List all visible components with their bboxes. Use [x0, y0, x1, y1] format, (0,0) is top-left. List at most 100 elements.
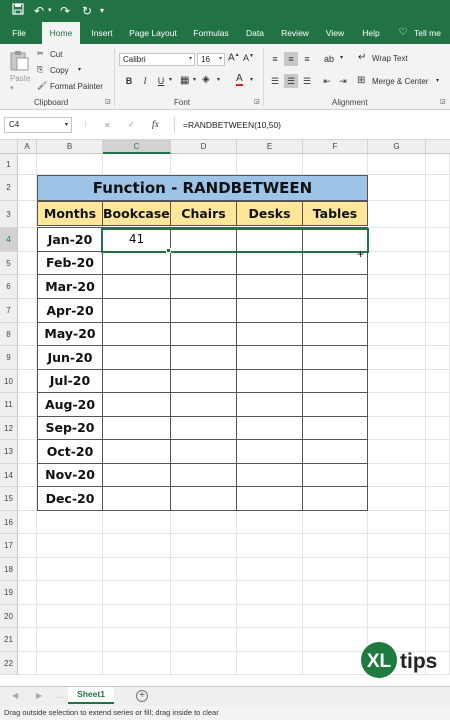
- data-cell[interactable]: [302, 486, 368, 511]
- font-size-dropdown[interactable]: 16 ▾: [197, 53, 225, 66]
- paste-button[interactable]: Paste: [10, 74, 30, 83]
- month-cell[interactable]: Mar-20: [37, 274, 103, 299]
- grid-cell[interactable]: [368, 511, 426, 534]
- data-cell[interactable]: [302, 298, 368, 323]
- grid-cell[interactable]: [18, 201, 37, 228]
- data-cell[interactable]: [170, 345, 237, 370]
- data-cell[interactable]: [170, 369, 237, 393]
- grid-cell[interactable]: [368, 299, 426, 323]
- row-header-15[interactable]: 15: [0, 487, 18, 511]
- data-cell[interactable]: [170, 298, 237, 323]
- grid-cell[interactable]: [237, 628, 303, 652]
- fill-handle[interactable]: [166, 248, 171, 253]
- grid-cell[interactable]: [368, 581, 426, 605]
- column-header-b[interactable]: B: [37, 140, 103, 154]
- grid-cell[interactable]: [37, 628, 103, 652]
- grid-cell[interactable]: [237, 605, 303, 628]
- grid-cell[interactable]: [303, 534, 368, 558]
- month-cell[interactable]: May-20: [37, 322, 103, 346]
- row-header-4[interactable]: 4: [0, 228, 18, 252]
- row-header-14[interactable]: 14: [0, 464, 18, 487]
- row-header-13[interactable]: 13: [0, 440, 18, 464]
- grid-cell[interactable]: [426, 201, 450, 228]
- enter-icon[interactable]: ✓: [128, 120, 135, 129]
- underline-button[interactable]: U: [154, 74, 168, 88]
- data-cell[interactable]: [102, 322, 171, 346]
- grid-cell[interactable]: [18, 228, 37, 252]
- grid-cell[interactable]: [171, 652, 237, 675]
- save-icon[interactable]: [12, 3, 24, 19]
- row-header-16[interactable]: 16: [0, 511, 18, 534]
- formula-input[interactable]: =RANDBETWEEN(10,50): [174, 117, 446, 133]
- data-cell[interactable]: [102, 486, 171, 511]
- data-cell[interactable]: [302, 416, 368, 440]
- header-tables[interactable]: Tables: [302, 201, 368, 226]
- data-cell[interactable]: [302, 439, 368, 464]
- data-cell[interactable]: [102, 392, 171, 417]
- grid-cell[interactable]: [18, 511, 37, 534]
- grid-cell[interactable]: [303, 511, 368, 534]
- data-cell[interactable]: [170, 322, 237, 346]
- orientation-icon[interactable]: ab: [322, 52, 336, 66]
- align-left-icon[interactable]: ☰: [268, 74, 282, 88]
- grid-cell[interactable]: [237, 558, 303, 581]
- grid-cell[interactable]: [18, 346, 37, 370]
- grid-cell[interactable]: [303, 628, 368, 652]
- data-cell[interactable]: [170, 486, 237, 511]
- data-cell[interactable]: [302, 392, 368, 417]
- dialog-launcher-icon[interactable]: ◲: [440, 98, 446, 105]
- chevron-down-icon[interactable]: ▾: [340, 54, 343, 61]
- grid-cell[interactable]: [368, 487, 426, 511]
- column-header-c[interactable]: C: [103, 140, 171, 154]
- chevron-down-icon[interactable]: ▾: [48, 3, 52, 19]
- data-cell[interactable]: [102, 416, 171, 440]
- column-header-f[interactable]: F: [303, 140, 368, 154]
- row-header-17[interactable]: 17: [0, 534, 18, 558]
- grid-cell[interactable]: [368, 393, 426, 417]
- decrease-font-icon[interactable]: A▼: [243, 53, 254, 63]
- grid-cell[interactable]: [37, 558, 103, 581]
- tab-review[interactable]: Review: [278, 22, 312, 44]
- month-cell[interactable]: Sep-20: [37, 416, 103, 440]
- header-chairs[interactable]: Chairs: [170, 201, 237, 226]
- grid-cell[interactable]: [18, 487, 37, 511]
- row-header-8[interactable]: 8: [0, 323, 18, 346]
- grid-cell[interactable]: [103, 605, 171, 628]
- grid-cell[interactable]: [426, 605, 450, 628]
- row-header-21[interactable]: 21: [0, 628, 18, 652]
- month-cell[interactable]: Jul-20: [37, 369, 103, 393]
- paste-icon[interactable]: [8, 50, 30, 74]
- bold-button[interactable]: B: [122, 74, 136, 88]
- column-header-e[interactable]: E: [237, 140, 303, 154]
- grid-cell[interactable]: [426, 346, 450, 370]
- grid-cell[interactable]: [103, 581, 171, 605]
- tab-file[interactable]: File: [6, 22, 32, 44]
- row-header-9[interactable]: 9: [0, 346, 18, 370]
- increase-indent-icon[interactable]: ⇥: [336, 74, 350, 88]
- sheet-tab-sheet1[interactable]: Sheet1: [68, 687, 114, 704]
- table-title[interactable]: Function - RANDBETWEEN: [37, 175, 368, 201]
- data-cell[interactable]: [102, 298, 171, 323]
- grid-cell[interactable]: [18, 154, 37, 175]
- format-painter-icon[interactable]: 🖌: [37, 81, 47, 90]
- add-sheet-button[interactable]: +: [136, 690, 148, 702]
- redo-icon[interactable]: ↻: [82, 3, 92, 19]
- data-cell[interactable]: [302, 274, 368, 299]
- chevron-down-icon[interactable]: ▾: [193, 76, 196, 83]
- data-cell[interactable]: [236, 251, 303, 275]
- grid-cell[interactable]: [18, 252, 37, 275]
- row-header-6[interactable]: 6: [0, 275, 18, 299]
- grid-cell[interactable]: [18, 440, 37, 464]
- chevron-down-icon[interactable]: ▾: [436, 77, 439, 84]
- format-painter-button[interactable]: Format Painter: [50, 82, 103, 91]
- chevron-down-icon[interactable]: ▾: [10, 84, 14, 92]
- data-cell[interactable]: [236, 439, 303, 464]
- grid-cell[interactable]: [18, 393, 37, 417]
- grid-cell[interactable]: [237, 652, 303, 675]
- prev-sheet-icon[interactable]: ◀: [12, 691, 18, 700]
- data-cell[interactable]: [236, 416, 303, 440]
- grid-cell[interactable]: [426, 275, 450, 299]
- grid-cell[interactable]: [103, 652, 171, 675]
- grid-cell[interactable]: [368, 605, 426, 628]
- grid-cell[interactable]: [368, 252, 426, 275]
